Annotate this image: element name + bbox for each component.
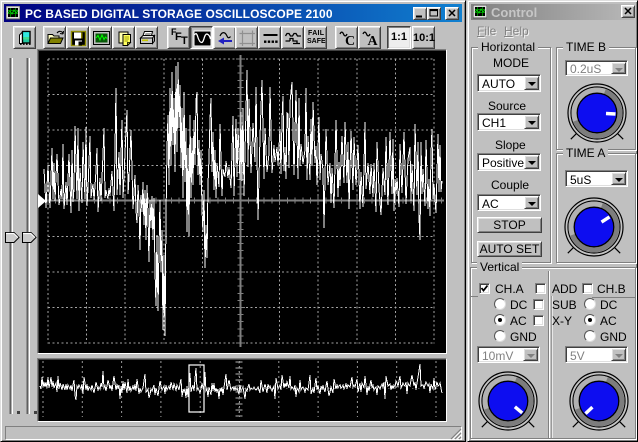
svg-text:C: C bbox=[345, 34, 355, 48]
svg-text:A: A bbox=[368, 34, 379, 48]
